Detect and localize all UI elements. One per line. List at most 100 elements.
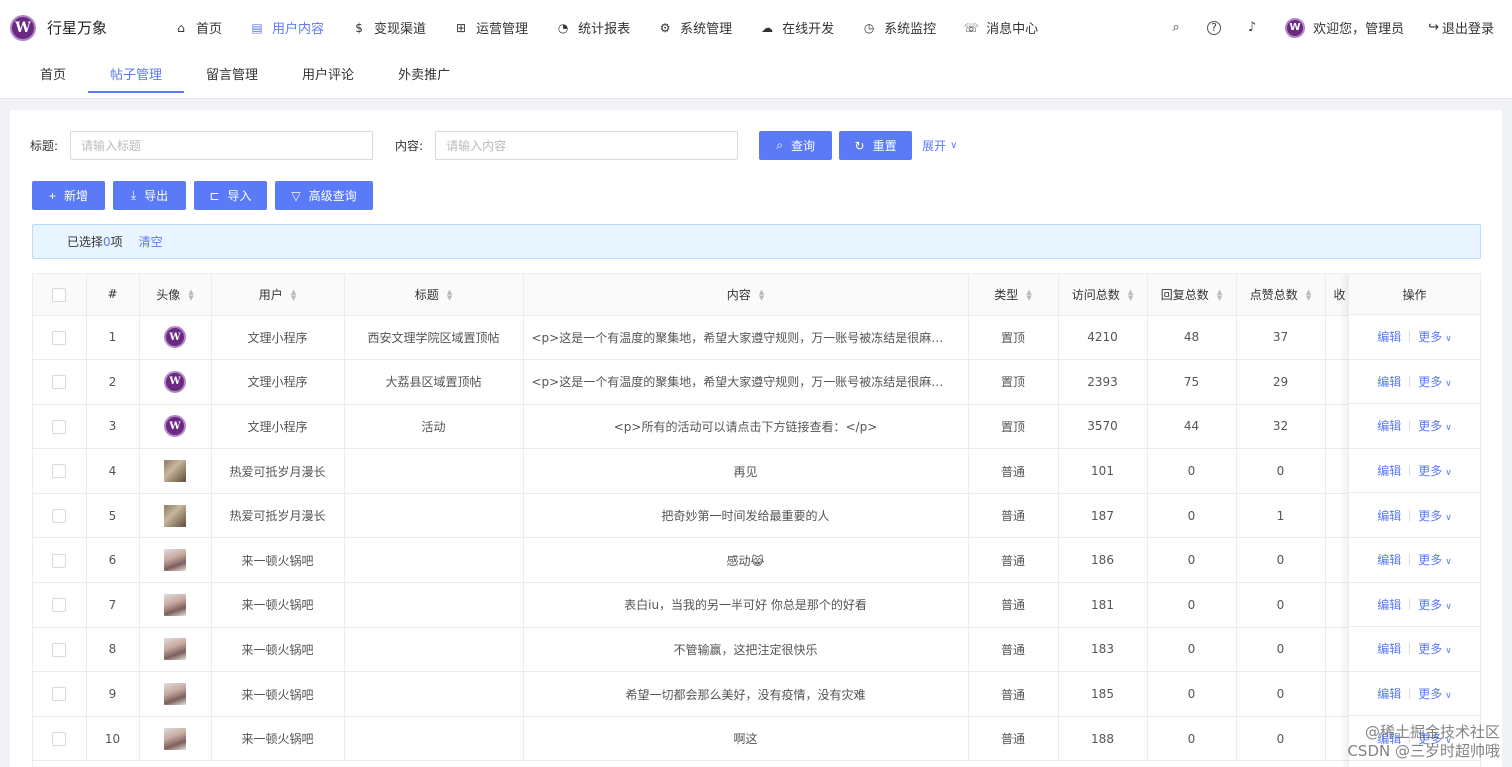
content-input[interactable] — [435, 131, 739, 160]
nav-item-4[interactable]: ◔ 统计报表 — [542, 0, 644, 55]
avatar[interactable]: W — [164, 326, 186, 349]
edit-link[interactable]: 编辑 — [1377, 417, 1401, 434]
import-button[interactable]: ⊏ 导入 — [194, 181, 267, 210]
col-user[interactable]: 用户 ▲ ▼ — [211, 274, 345, 316]
avatar[interactable]: W — [164, 370, 186, 393]
sort-icon[interactable]: ▲ ▼ — [291, 289, 296, 302]
row-checkbox[interactable] — [52, 553, 67, 568]
row-checkbox[interactable] — [52, 464, 67, 479]
sort-icon[interactable]: ▲ ▼ — [188, 289, 193, 302]
expand-toggle[interactable]: 展开 ∨ — [922, 137, 957, 154]
tab-0[interactable]: 首页 — [18, 55, 88, 93]
row-checkbox[interactable] — [52, 687, 67, 702]
avatar[interactable] — [164, 638, 186, 661]
table-row[interactable]: 8 来一顿火锅吧 不管输赢，这把注定很快乐 普通 183 0 0 — [33, 627, 1480, 673]
table-row[interactable]: 4 热爱可抵岁月漫长 再见 普通 101 0 0 — [33, 448, 1480, 494]
edit-link[interactable]: 编辑 — [1377, 596, 1401, 613]
col-type[interactable]: 类型 ▲ ▼ — [968, 274, 1059, 316]
edit-link[interactable]: 编辑 — [1377, 685, 1401, 702]
nav-item-7[interactable]: ◷ 系统监控 — [848, 0, 950, 55]
table-row[interactable]: 7 来一顿火锅吧 表白iu，当我的另一半可好 你总是那个的好看 普通 181 0 0 — [33, 582, 1480, 628]
row-checkbox[interactable] — [52, 642, 67, 657]
advanced-query-button[interactable]: ▽ 高级查询 — [275, 181, 373, 210]
avatar[interactable] — [164, 549, 186, 572]
row-select-cell[interactable] — [33, 404, 87, 450]
row-select-cell[interactable] — [33, 582, 87, 628]
row-select-cell[interactable] — [33, 493, 87, 539]
row-checkbox[interactable] — [52, 330, 67, 345]
more-dropdown[interactable]: 更多 ∨ — [1418, 462, 1452, 479]
welcome-text[interactable]: 欢迎您，管理员 — [1313, 18, 1404, 37]
col-title[interactable]: 标题 ▲ ▼ — [344, 274, 524, 316]
row-checkbox[interactable] — [52, 731, 67, 746]
help-icon[interactable]: ? — [1207, 20, 1222, 35]
row-select-cell[interactable] — [33, 315, 87, 361]
select-all-cell[interactable] — [33, 274, 87, 316]
tab-1[interactable]: 帖子管理 — [88, 55, 185, 93]
nav-item-6[interactable]: ☁ 在线开发 — [746, 0, 848, 55]
table-row[interactable]: 9 来一顿火锅吧 希望一切都会那么美好，没有疫情，没有灾难 普通 185 0 0 — [33, 671, 1480, 717]
nav-item-3[interactable]: ⊞ 运营管理 — [440, 0, 542, 55]
sort-icon[interactable]: ▲ ▼ — [1306, 289, 1311, 302]
avatar[interactable] — [164, 460, 186, 483]
more-dropdown[interactable]: 更多 ∨ — [1418, 417, 1452, 434]
avatar[interactable] — [164, 593, 186, 616]
avatar[interactable]: W — [1285, 17, 1306, 38]
table-row[interactable]: 6 来一顿火锅吧 感动😹 普通 186 0 0 — [33, 537, 1480, 584]
logout-button[interactable]: ↪ 退出登录 — [1428, 18, 1494, 37]
edit-link[interactable]: 编辑 — [1377, 640, 1401, 657]
sort-icon[interactable]: ▲ ▼ — [1026, 289, 1031, 302]
nav-item-5[interactable]: ⚙ 系统管理 — [644, 0, 746, 55]
sort-icon[interactable]: ▲ ▼ — [1217, 289, 1222, 302]
more-dropdown[interactable]: 更多 ∨ — [1418, 685, 1452, 702]
more-dropdown[interactable]: 更多 ∨ — [1418, 328, 1452, 345]
brand[interactable]: W 行星万象 — [0, 14, 160, 41]
row-checkbox[interactable] — [52, 598, 67, 613]
col-content[interactable]: 内容 ▲ ▼ — [523, 274, 969, 316]
row-select-cell[interactable] — [33, 671, 87, 717]
col-visits[interactable]: 访问总数 ▲ ▼ — [1058, 274, 1148, 316]
title-input[interactable] — [70, 131, 374, 160]
edit-link[interactable]: 编辑 — [1377, 462, 1401, 479]
edit-link[interactable]: 编辑 — [1377, 551, 1401, 568]
edit-link[interactable]: 编辑 — [1377, 373, 1401, 390]
reset-button[interactable]: ↻ 重置 — [839, 131, 913, 160]
row-select-cell[interactable] — [33, 359, 87, 405]
avatar[interactable]: W — [164, 415, 186, 438]
row-select-cell[interactable] — [33, 537, 87, 584]
avatar[interactable] — [164, 727, 186, 750]
row-select-cell[interactable] — [33, 448, 87, 494]
row-select-cell[interactable] — [33, 716, 87, 762]
table-row[interactable]: 5 热爱可抵岁月漫长 把奇妙第一时间发给最重要的人 普通 187 0 1 — [33, 493, 1480, 539]
edit-link[interactable]: 编辑 — [1377, 507, 1401, 524]
tab-2[interactable]: 留言管理 — [184, 55, 280, 93]
avatar[interactable] — [164, 504, 186, 527]
table-row[interactable]: 1 W 文理小程序 西安文理学院区域置顶帖 <p>这是一个有温度的聚集地，希望大家遵守规… — [33, 315, 1480, 361]
row-checkbox[interactable] — [52, 508, 67, 523]
col-replies[interactable]: 回复总数 ▲ ▼ — [1147, 274, 1237, 316]
more-dropdown[interactable]: 更多 ∨ — [1418, 640, 1452, 657]
clear-selection-link[interactable]: 清空 — [139, 233, 163, 250]
more-dropdown[interactable]: 更多 ∨ — [1418, 596, 1452, 613]
more-dropdown[interactable]: 更多 ∨ — [1418, 507, 1452, 524]
row-checkbox[interactable] — [52, 375, 67, 390]
select-all-checkbox[interactable] — [52, 287, 67, 302]
nav-item-1[interactable]: ▤ 用户内容 — [236, 0, 338, 55]
table-row[interactable]: 10 来一顿火锅吧 啊这 普通 188 0 0 — [33, 716, 1480, 762]
sort-icon[interactable]: ▲ ▼ — [447, 289, 452, 302]
search-icon[interactable]: ⌕ — [1157, 20, 1195, 35]
table-row[interactable]: 2 W 文理小程序 大荔县区域置顶帖 <p>这是一个有温度的聚集地，希望大家遵守规则，万… — [33, 359, 1480, 405]
sort-icon[interactable]: ▲ ▼ — [1128, 289, 1133, 302]
avatar[interactable] — [164, 683, 186, 706]
export-button[interactable]: ⤓ 导出 — [113, 181, 186, 210]
more-dropdown[interactable]: 更多 ∨ — [1418, 551, 1452, 568]
tab-4[interactable]: 外卖推广 — [376, 55, 472, 93]
bell-icon[interactable]: ♪ — [1233, 20, 1271, 35]
row-checkbox[interactable] — [52, 419, 67, 434]
edit-link[interactable]: 编辑 — [1377, 328, 1401, 345]
table-row[interactable]: 3 W 文理小程序 活动 <p>所有的活动可以请点击下方链接查看：</p> 置顶 3570 4… — [33, 404, 1480, 450]
query-button[interactable]: ⌕ 查询 — [759, 131, 833, 160]
more-dropdown[interactable]: 更多 ∨ — [1418, 373, 1452, 390]
nav-item-8[interactable]: ☏ 消息中心 — [950, 0, 1052, 55]
col-avatar[interactable]: 头像 ▲ ▼ — [139, 274, 212, 316]
